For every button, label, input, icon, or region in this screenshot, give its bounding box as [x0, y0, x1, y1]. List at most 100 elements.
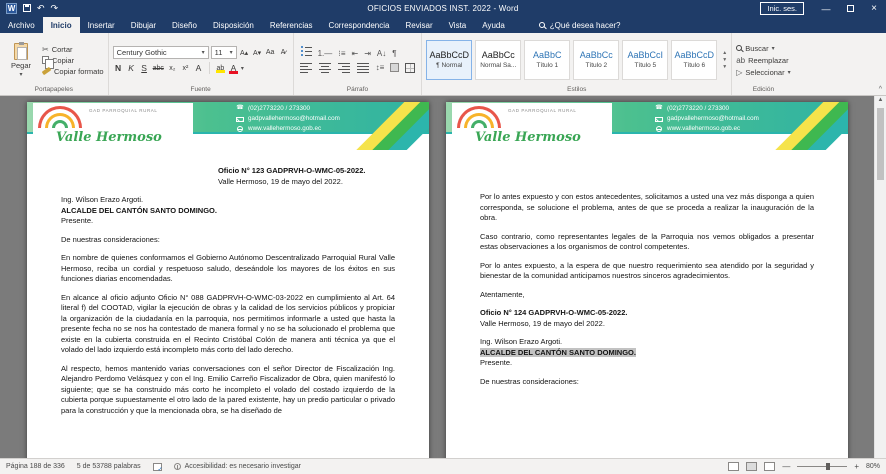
style-titulo-6[interactable]: AaBbCcD Título 6 [671, 40, 717, 80]
superscript-button[interactable]: x² [180, 65, 191, 72]
read-mode-button[interactable] [728, 462, 739, 471]
font-color-button[interactable]: A [228, 63, 239, 73]
align-right-button[interactable] [336, 62, 353, 73]
scroll-up-arrow[interactable]: ▲ [875, 97, 886, 103]
tab-diseno[interactable]: Diseño [164, 17, 205, 33]
font-family-combo[interactable]: Century Gothic▾ [113, 46, 209, 59]
redo-button[interactable]: ↷ [51, 4, 59, 13]
style-titulo-1[interactable]: AaBbC Título 1 [524, 40, 570, 80]
style-normal-sa[interactable]: AaBbCc Normal Sa... [475, 40, 521, 80]
zoom-slider[interactable] [797, 466, 847, 467]
tab-referencias[interactable]: Referencias [262, 17, 321, 33]
print-layout-button[interactable] [746, 462, 757, 471]
underline-button[interactable]: S [139, 63, 150, 73]
change-case-button[interactable]: Aa [265, 49, 276, 56]
find-button[interactable]: Buscar▾ [736, 44, 790, 53]
decrease-indent-button[interactable]: ⇤ [350, 49, 361, 58]
tab-ayuda[interactable]: Ayuda [474, 17, 513, 33]
oficio-number[interactable]: Oficio N° 124 GADPRVH-O-WMC-05-2022. [480, 308, 814, 319]
tab-inicio[interactable]: Inicio [43, 17, 80, 33]
tab-disposicion[interactable]: Disposición [205, 17, 262, 33]
align-left-button[interactable] [298, 62, 315, 73]
styles-gallery-more[interactable]: ▼ [722, 65, 727, 70]
strikethrough-button[interactable]: abc [152, 65, 165, 72]
style-titulo-5[interactable]: AaBbCcI Título 5 [622, 40, 668, 80]
recipient-title[interactable]: ALCALDE DEL CANTÓN SANTO DOMINGO. [61, 206, 395, 217]
spellcheck-indicator[interactable] [153, 463, 162, 471]
tab-dibujar[interactable]: Dibujar [123, 17, 164, 33]
select-button[interactable]: ▷Seleccionar▾ [736, 68, 790, 77]
scrollbar-thumb[interactable] [877, 108, 884, 180]
styles-scroll-down[interactable]: ▼ [722, 58, 727, 63]
justify-button[interactable] [355, 62, 372, 73]
salutation[interactable]: De nuestras consideraciones: [61, 235, 395, 246]
sign-in-button[interactable]: Inic. ses. [760, 2, 804, 15]
oficio-number[interactable]: Oficio N° 123 GADPRVH-O-WMC-05-2022. [218, 166, 395, 177]
collapse-ribbon-button[interactable]: ^ [879, 86, 882, 93]
oficio-date[interactable]: Valle Hermoso, 19 de mayo del 2022. [218, 177, 395, 188]
shrink-font-button[interactable]: A▾ [252, 49, 263, 57]
tab-insertar[interactable]: Insertar [80, 17, 123, 33]
grow-font-button[interactable]: A▴ [239, 49, 250, 57]
recipient-presente[interactable]: Presente. [61, 216, 395, 227]
document-page-1[interactable]: ☎(02)2773220 / 273300 gadpvallehermoso@h… [27, 102, 429, 458]
tab-revisar[interactable]: Revisar [397, 17, 440, 33]
salutation[interactable]: De nuestras consideraciones: [480, 377, 814, 388]
borders-button[interactable] [403, 63, 417, 73]
zoom-slider-thumb[interactable] [826, 463, 830, 470]
paste-button[interactable]: Pegar ▾ [4, 43, 38, 78]
undo-button[interactable]: ↶ [37, 4, 45, 13]
recipient-presente[interactable]: Presente. [480, 358, 814, 369]
show-marks-button[interactable]: ¶ [390, 49, 398, 58]
save-button[interactable] [23, 4, 31, 14]
tell-me-search[interactable]: ¿Qué desea hacer? [539, 17, 621, 33]
italic-button[interactable]: K [126, 63, 137, 73]
bold-button[interactable]: N [113, 63, 124, 73]
word-count[interactable]: 5 de 53788 palabras [77, 463, 141, 470]
vertical-scrollbar[interactable]: ▲ [874, 96, 886, 458]
font-size-combo[interactable]: 11▾ [211, 46, 237, 59]
text-effects-button[interactable]: A [193, 63, 204, 73]
tab-vista[interactable]: Vista [441, 17, 475, 33]
accessibility-indicator[interactable]: Accesibilidad: es necesario investigar [174, 463, 301, 470]
cut-button[interactable]: ✂Cortar [42, 45, 104, 54]
paragraph[interactable]: En nombre de quienes conformamos el Gobi… [61, 253, 395, 285]
line-spacing-button[interactable]: ↕≡ [374, 63, 387, 72]
restore-button[interactable] [838, 0, 862, 17]
document-page-2[interactable]: ☎(02)2773220 / 273300 gadpvallehermoso@h… [446, 102, 848, 458]
page-indicator[interactable]: Página 188 de 336 [6, 463, 65, 470]
paragraph[interactable]: Por lo antes expuesto y con estos antece… [480, 192, 814, 224]
tab-correspondencia[interactable]: Correspondencia [321, 17, 398, 33]
zoom-out-button[interactable]: — [782, 462, 790, 471]
oficio-date[interactable]: Valle Hermoso, 19 de mayo del 2022. [480, 319, 814, 330]
document-canvas[interactable]: ☎(02)2773220 / 273300 gadpvallehermoso@h… [0, 96, 886, 458]
zoom-level[interactable]: 80% [866, 463, 880, 470]
subscript-button[interactable]: x₂ [167, 65, 178, 72]
style-titulo-2[interactable]: AaBbCc Título 2 [573, 40, 619, 80]
recipient-name[interactable]: Ing. Wilson Erazo Argoti. [61, 195, 395, 206]
highlight-color-button[interactable]: ab [215, 65, 226, 72]
minimize-button[interactable]: — [814, 0, 838, 17]
page-content[interactable]: Por lo antes expuesto y con estos antece… [446, 160, 848, 387]
recipient-name[interactable]: Ing. Wilson Erazo Argoti. [480, 337, 814, 348]
clear-formatting-button[interactable]: A̷ [278, 49, 289, 56]
web-layout-button[interactable] [764, 462, 775, 471]
styles-scroll-up[interactable]: ▲ [722, 51, 727, 56]
align-center-button[interactable] [317, 62, 334, 73]
selected-text[interactable]: ALCALDE DEL CANTÓN SANTO DOMINGO. [480, 348, 636, 357]
sort-button[interactable]: A↓ [375, 49, 388, 58]
tab-archivo[interactable]: Archivo [0, 17, 43, 33]
increase-indent-button[interactable]: ⇥ [362, 49, 373, 58]
bullets-button[interactable] [298, 47, 314, 59]
multilevel-list-button[interactable]: ⁝≡ [336, 49, 347, 58]
paragraph[interactable]: Al respecto, hemos mantenido varias conv… [61, 364, 395, 417]
zoom-in-button[interactable]: + [854, 462, 859, 471]
numbering-button[interactable]: 1.— [316, 49, 335, 58]
page-content[interactable]: Oficio N° 123 GADPRVH-O-WMC-05-2022. Val… [27, 160, 429, 416]
closing[interactable]: Atentamente, [480, 290, 814, 301]
paragraph[interactable]: En alcance al oficio adjunto Oficio N° 0… [61, 293, 395, 356]
shading-button[interactable] [388, 63, 401, 72]
replace-button[interactable]: abReemplazar [736, 56, 790, 65]
style-normal[interactable]: AaBbCcD ¶ Normal [426, 40, 472, 80]
paragraph[interactable]: Por lo antes expuesto, a la espera de qu… [480, 261, 814, 282]
